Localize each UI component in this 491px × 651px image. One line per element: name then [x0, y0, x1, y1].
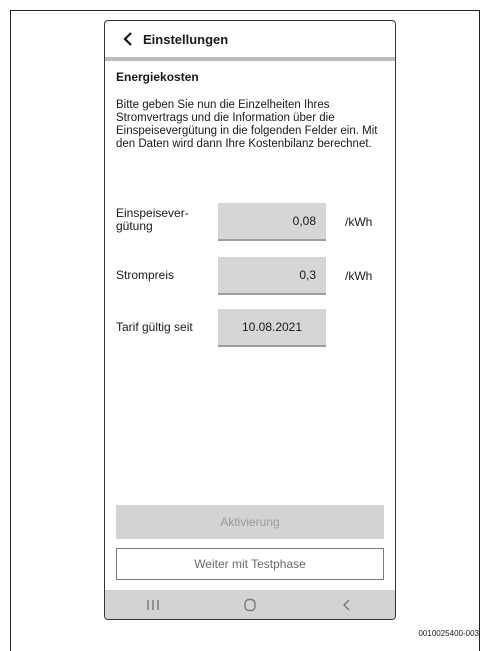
tariff-date-input[interactable]: 10.08.2021 [218, 309, 326, 347]
electricity-price-unit: /kWh [345, 269, 373, 283]
section-title: Energiekosten [116, 70, 199, 84]
electricity-price-label: Strompreis [116, 268, 175, 282]
feed-in-tariff-unit: /kWh [345, 215, 373, 229]
activate-button[interactable]: Aktivierung [116, 505, 384, 539]
continue-test-phase-button[interactable]: Weiter mit Testphase [116, 548, 384, 580]
feed-in-tariff-label: Einspeisever- gütung [116, 207, 216, 233]
page-title: Einstellungen [143, 31, 229, 47]
phone-screen: Einstellungen Energiekosten Bitte geben … [104, 20, 396, 620]
figure-id-caption: 0010025400-003 [418, 629, 479, 638]
feed-in-tariff-value: 0,08 [292, 214, 316, 228]
header-divider [105, 57, 395, 61]
electricity-price-input[interactable]: 0,3 [218, 257, 326, 295]
back-icon[interactable] [327, 595, 367, 615]
electricity-price-value: 0,3 [299, 268, 316, 282]
description-text: Bitte geben Sie nun die Einzelheiten Ihr… [116, 99, 378, 150]
tariff-date-value: 10.08.2021 [241, 320, 303, 334]
tariff-valid-since-label: Tarif gültig seit [116, 320, 193, 334]
app-header: Einstellungen [105, 21, 395, 57]
recent-apps-icon[interactable] [133, 595, 173, 615]
chevron-left-icon[interactable] [115, 26, 141, 52]
home-icon[interactable] [230, 595, 270, 615]
feed-in-tariff-label-line1: Einspeisever- [116, 206, 189, 220]
feed-in-tariff-input[interactable]: 0,08 [218, 203, 326, 241]
system-navigation-bar [105, 590, 395, 619]
feed-in-tariff-label-line2: gütung [116, 219, 153, 233]
